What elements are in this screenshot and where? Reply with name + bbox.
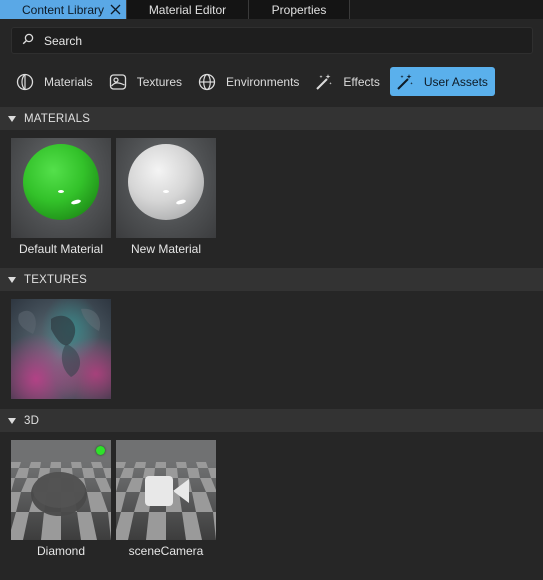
collapse-caret-icon[interactable] xyxy=(8,276,16,283)
filter-environments[interactable]: Environments xyxy=(192,67,305,96)
tab-label: Material Editor xyxy=(148,2,227,17)
tab-bar: Content Library Material Editor Properti… xyxy=(0,0,543,19)
filter-label: User Assets xyxy=(423,74,488,89)
tab-label: Content Library xyxy=(22,2,105,17)
asset-label: Diamond xyxy=(36,544,86,558)
section-header-textures[interactable]: TEXTURES xyxy=(0,268,543,291)
filter-label: Effects xyxy=(343,74,380,89)
asset-tile-scene-camera[interactable]: sceneCamera xyxy=(116,440,216,558)
asset-label: Default Material xyxy=(18,242,104,256)
material-sphere-preview xyxy=(23,144,99,220)
asset-tile-texture[interactable] xyxy=(11,299,111,399)
section-header-materials[interactable]: MATERIALS xyxy=(0,107,543,130)
collapse-caret-icon[interactable] xyxy=(8,417,16,424)
section-title: 3D xyxy=(24,414,40,427)
filter-user-assets[interactable]: User Assets xyxy=(389,67,495,96)
asset-label: sceneCamera xyxy=(128,544,204,558)
magic-wand-icon xyxy=(314,72,334,92)
section-header-3d[interactable]: 3D xyxy=(0,409,543,432)
asset-label: New Material xyxy=(130,242,202,256)
filter-textures[interactable]: Textures xyxy=(103,67,188,96)
camera-icon xyxy=(145,476,189,506)
checkered-floor xyxy=(11,440,111,540)
filter-label: Materials xyxy=(44,74,93,89)
material-thumbnail xyxy=(116,138,216,238)
specular-highlight xyxy=(58,190,64,193)
filter-materials[interactable]: Materials xyxy=(10,67,99,96)
texture-noise-pattern xyxy=(18,308,101,377)
materials-icon xyxy=(15,72,35,92)
category-filter-bar: Materials Textures Environments Effects … xyxy=(10,66,499,97)
asset-tile-default-material[interactable]: Default Material xyxy=(11,138,111,256)
search-box[interactable] xyxy=(11,27,533,54)
section-title: TEXTURES xyxy=(24,273,87,286)
asset-tile-new-material[interactable]: New Material xyxy=(116,138,216,256)
close-icon[interactable] xyxy=(110,3,121,17)
tab-content-library[interactable]: Content Library xyxy=(0,0,127,19)
material-sphere-preview xyxy=(128,144,204,220)
texture-thumbnail xyxy=(11,299,111,399)
material-thumbnail xyxy=(11,138,111,238)
filter-label: Textures xyxy=(136,74,183,89)
section-title: MATERIALS xyxy=(24,112,91,125)
textures-icon xyxy=(108,72,128,92)
tab-properties[interactable]: Properties xyxy=(249,0,350,19)
tab-material-editor[interactable]: Material Editor xyxy=(127,0,249,19)
filter-effects[interactable]: Effects xyxy=(309,67,385,96)
magic-wand-icon xyxy=(395,72,415,92)
search-input[interactable] xyxy=(44,33,504,48)
status-indicator xyxy=(96,446,105,455)
globe-icon xyxy=(197,72,217,92)
search-icon xyxy=(22,33,34,48)
filter-label: Environments xyxy=(226,74,300,89)
tab-label: Properties xyxy=(271,2,327,17)
specular-highlight xyxy=(163,190,169,193)
model-thumbnail xyxy=(11,440,111,540)
asset-tile-diamond[interactable]: Diamond xyxy=(11,440,111,558)
model-thumbnail xyxy=(116,440,216,540)
collapse-caret-icon[interactable] xyxy=(8,115,16,122)
